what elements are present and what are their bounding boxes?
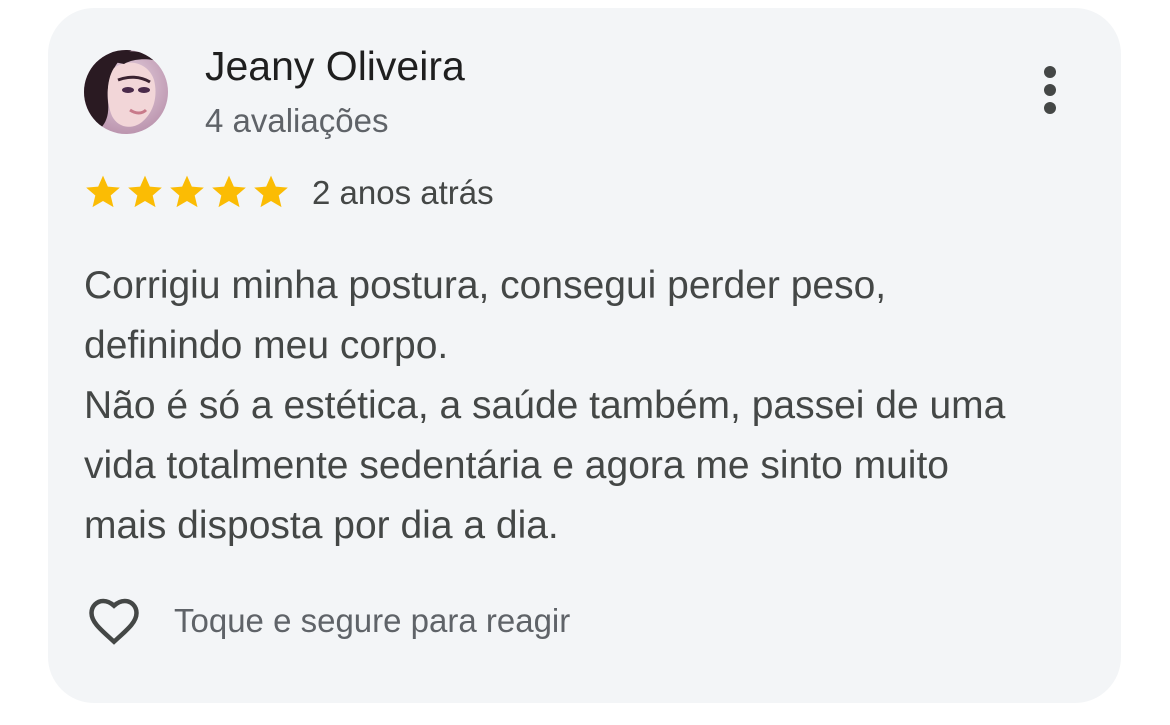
star-icon — [128, 175, 162, 208]
reviewer-name[interactable]: Jeany Oliveira — [205, 43, 465, 90]
review-text-line: definindo meu corpo. — [84, 324, 449, 367]
review-date: 2 anos atrás — [312, 174, 494, 211]
star-rating — [82, 172, 292, 212]
review-card: Jeany Oliveira 4 avaliações 2 anos atrás… — [48, 8, 1121, 703]
more-options-button[interactable] — [1028, 60, 1072, 120]
avatar-photo — [84, 50, 168, 134]
review-text-line: mais disposta por dia a dia. — [84, 504, 559, 547]
review-text-line: Não é só a estética, a saúde também, pas… — [84, 384, 1006, 427]
heart-outline-icon — [89, 598, 139, 645]
react-label: Toque e segure para reagir — [174, 602, 571, 639]
react-button[interactable]: Toque e segure para reagir — [82, 591, 570, 651]
star-icon — [170, 175, 204, 208]
reviewer-review-count: 4 avaliações — [205, 102, 389, 139]
more-vert-icon — [1044, 66, 1056, 78]
review-text-line: Corrigiu minha postura, consegui perder … — [84, 264, 887, 307]
more-vert-icon-dot — [1044, 84, 1056, 96]
review-text: Corrigiu minha postura, consegui perder … — [84, 256, 1094, 556]
star-icon — [86, 175, 120, 208]
star-icon — [212, 175, 246, 208]
more-vert-icon-dot — [1044, 102, 1056, 114]
avatar[interactable] — [84, 50, 168, 134]
review-text-line: vida totalmente sedentária e agora me si… — [84, 444, 949, 487]
star-icon — [254, 175, 288, 208]
